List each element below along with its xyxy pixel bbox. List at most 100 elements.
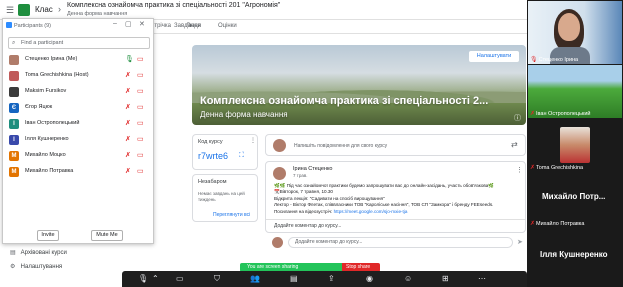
participant-row[interactable]: Є Єгор Яцюк ✗ ▭	[7, 101, 153, 115]
class-code-card: Код курсу ⋮ r7wrte6 ⛶	[192, 134, 258, 170]
participant-row[interactable]: Toma Grechishkina (Host) ✗ ▭	[7, 69, 153, 83]
participant-name: Toma Grechishkina (Host)	[25, 72, 89, 78]
participant-row[interactable]: Maksim Fursikov ✗ ▭	[7, 85, 153, 99]
mic-muted-icon[interactable]: ✗	[125, 87, 131, 95]
repost-icon[interactable]: ⇄	[511, 140, 518, 149]
view-all-link[interactable]: Переглянути всі	[213, 212, 250, 218]
minimize-icon[interactable]: –	[113, 20, 117, 27]
share-screen-icon[interactable]: ⇪	[328, 274, 335, 283]
avatar: Є	[9, 103, 19, 113]
invite-button[interactable]: Invite	[37, 230, 59, 241]
participant-name: Михайло Моцко	[25, 152, 66, 158]
participant-name: Стеценко Ірина (Me)	[25, 56, 78, 62]
camera-off-icon[interactable]: ▭	[137, 151, 144, 159]
class-code-value: r7wrte6	[198, 151, 229, 161]
participants-icon[interactable]: 👥	[250, 274, 260, 283]
send-icon[interactable]: ➤	[517, 238, 523, 246]
upcoming-card: Незабаром Немає завдань на цей тиждень П…	[192, 174, 258, 222]
gear-icon: ⚙	[10, 264, 16, 270]
video-tile[interactable]: Михайло Потр... ✗Михайло Потравка	[528, 175, 622, 230]
camera-off-icon[interactable]: ▭	[137, 55, 144, 63]
comment-input[interactable]: Додайте коментар до курсу...	[288, 237, 513, 248]
mic-muted-icon: ✗	[530, 111, 536, 117]
mic-muted-icon[interactable]: ✗	[125, 103, 131, 111]
hamburger-menu-icon[interactable]: ☰	[6, 5, 14, 15]
video-tile[interactable]: ✗Toma Grechishkina	[528, 119, 622, 174]
info-icon[interactable]: ⓘ	[514, 113, 521, 123]
divider	[266, 219, 525, 220]
reactions-icon[interactable]: ☺	[404, 274, 412, 283]
avatar	[273, 167, 286, 180]
tab-grades[interactable]: Оцінки	[218, 23, 237, 29]
participant-name: Єгор Яцюк	[25, 104, 53, 110]
participant-row[interactable]: Стеценко Ірина (Me) 🎙 ▭	[7, 53, 153, 67]
sidebar-item-settings[interactable]: ⚙ Налаштування	[10, 263, 62, 275]
tab-people[interactable]: Люди	[186, 23, 201, 29]
post-author: Ірина Стеценко	[293, 166, 333, 172]
camera-off-icon[interactable]: ▭	[137, 119, 144, 127]
archive-icon: ▤	[10, 250, 16, 256]
record-icon[interactable]: ◉	[366, 274, 373, 283]
meet-link[interactable]: https://meet.google.com/sjo-mxie-tja	[334, 209, 408, 214]
mic-muted-icon: ✗	[530, 221, 536, 227]
post-line: Посилання на відеозустріч:	[274, 208, 334, 214]
more-icon[interactable]: ⋯	[478, 274, 486, 283]
post-body: 🌿🌿 Під час ознайомчої практики будемо за…	[274, 183, 524, 215]
video-icon[interactable]: ▭	[176, 274, 184, 283]
search-icon: ⌕	[12, 40, 16, 46]
sidebar-item-label: Архівовані курси	[20, 250, 67, 256]
fullscreen-icon[interactable]: ⛶	[239, 152, 244, 160]
more-vert-icon[interactable]: ⋮	[516, 166, 523, 174]
participant-row[interactable]: М Михайло Потравка ✗ ▭	[7, 165, 153, 179]
video-tile-name: Іван Острополецький	[536, 111, 591, 117]
mic-muted-icon[interactable]: ✗	[125, 135, 131, 143]
camera-off-icon[interactable]: ▭	[137, 135, 144, 143]
camera-off-icon[interactable]: ▭	[137, 103, 144, 111]
apps-icon[interactable]: ⊞	[442, 274, 449, 283]
mic-on-icon[interactable]: 🎙	[125, 55, 134, 63]
participant-search-input[interactable]: ⌕ Find a participant	[8, 37, 150, 49]
profile-picture	[560, 127, 590, 163]
participant-row[interactable]: І Ілля Кушнеренко ✗ ▭	[7, 133, 153, 147]
mute-me-button[interactable]: Mute Me	[91, 230, 123, 241]
chat-icon[interactable]: ▤	[290, 274, 298, 283]
participants-panel: Participants (9) – ▢ ✕ ⌕ Find a particip…	[2, 18, 154, 244]
mic-muted-icon[interactable]: ✗	[125, 119, 131, 127]
participant-name: Іван Острополецький	[25, 120, 80, 126]
mic-muted-icon[interactable]: ✗	[125, 167, 131, 175]
participant-name: Ілля Кушнеренко	[25, 136, 69, 142]
banner-subtitle: Денна форма навчання	[200, 110, 288, 119]
comment-box: Додайте коментар до курсу... ➤	[272, 237, 526, 249]
security-icon[interactable]: ⛉	[214, 274, 220, 284]
search-placeholder: Find a participant	[21, 40, 64, 46]
announce-box[interactable]: Напишіть повідомлення для свого курсу ⇄	[265, 134, 526, 156]
participant-row[interactable]: І Іван Острополецький ✗ ▭	[7, 117, 153, 131]
announce-placeholder: Напишіть повідомлення для свого курсу	[294, 143, 388, 149]
camera-off-icon[interactable]: ▭	[137, 167, 144, 175]
video-tile[interactable]: Ілля Кушнеренко	[528, 231, 622, 286]
chevron-up-icon[interactable]: ⌃	[152, 274, 159, 283]
maximize-icon[interactable]: ▢	[125, 20, 132, 28]
sidebar-item-label: Налаштування	[20, 264, 63, 270]
camera-off-icon[interactable]: ▭	[137, 87, 144, 95]
chevron-right-icon: ›	[58, 4, 61, 14]
zoom-logo-icon	[6, 22, 12, 28]
video-tile[interactable]: 🎙Стеценко Ірина	[528, 1, 622, 64]
sidebar-item-archived[interactable]: ▤ Архівовані курси	[10, 249, 67, 261]
mic-muted-icon[interactable]: ✗	[125, 71, 131, 79]
participant-name: Maksim Fursikov	[25, 88, 67, 94]
microphone-icon[interactable]: 🎙	[138, 274, 148, 283]
video-gallery: 🎙Стеценко Ірина ✗Іван Острополецький ✗To…	[527, 0, 623, 287]
close-icon[interactable]: ✕	[139, 20, 145, 28]
video-tile-display-name: Ілля Кушнеренко	[540, 250, 608, 259]
app-name[interactable]: Клас	[35, 5, 53, 14]
post-link-line: Посилання на відеозустріч: https://meet.…	[274, 209, 524, 215]
mic-muted-icon[interactable]: ✗	[125, 151, 131, 159]
course-comments-link[interactable]: Додайте коментар до курсу...	[274, 223, 341, 229]
video-tile[interactable]: ✗Іван Острополецький	[528, 65, 622, 118]
camera-off-icon[interactable]: ▭	[137, 71, 144, 79]
customize-button[interactable]: Налаштувати	[469, 51, 519, 62]
banner-title: Комплексна ознайомча практика зі спеціал…	[200, 95, 489, 107]
participant-row[interactable]: М Михайло Моцко ✗ ▭	[7, 149, 153, 163]
more-vert-icon[interactable]: ⋮	[250, 137, 256, 144]
